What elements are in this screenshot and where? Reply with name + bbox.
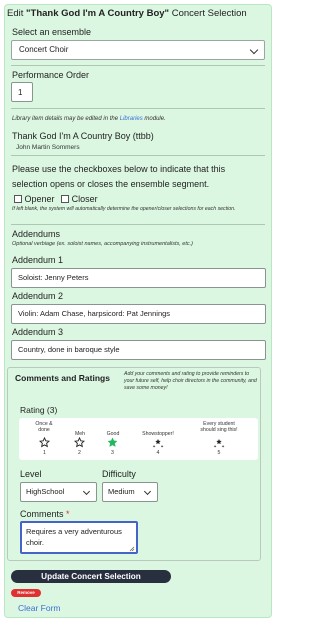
outline-star-icon[interactable] [74, 437, 85, 448]
opener-label: Opener [24, 194, 55, 204]
performance-order-label: Performance Order [12, 70, 90, 80]
closer-checkbox[interactable] [61, 195, 70, 203]
difficulty-select[interactable]: Medium [102, 482, 158, 502]
filled-star-icon[interactable] [107, 437, 118, 448]
rating-label: Rating (3) [20, 405, 58, 415]
sparkle-star-icon[interactable] [213, 437, 225, 449]
ensemble-select-value: Concert Choir [19, 45, 69, 54]
required-mark: * [66, 509, 70, 519]
composer-name: John Martin Sommers [16, 144, 80, 151]
addendum-3-input[interactable]: Country, done in baroque style [11, 340, 266, 360]
rating-option-5[interactable]: Every student should sing this! [193, 421, 245, 433]
form-title: Edit "Thank God I'm A Country Boy" Conce… [7, 8, 247, 19]
divider [11, 155, 265, 156]
difficulty-label: Difficulty [102, 469, 136, 479]
comments-textarea[interactable]: Requires a very adventurous choir. [20, 521, 138, 554]
addendum-3-label: Addendum 3 [12, 327, 64, 337]
addendums-heading: Addendums [12, 229, 61, 239]
rating-widget: Once & done 1 Meh 2 Good 3 Showstopper! … [19, 418, 258, 460]
opener-checkbox[interactable] [14, 195, 22, 203]
divider [11, 224, 265, 225]
divider [11, 65, 265, 66]
chevron-down-icon [82, 487, 91, 496]
outline-star-icon[interactable] [39, 437, 50, 448]
ensemble-label: Select an ensemble [12, 27, 92, 37]
sparkle-star-icon[interactable] [152, 437, 164, 449]
addendum-1-input[interactable]: Soloist: Jenny Peters [11, 268, 266, 288]
closer-label: Closer [71, 194, 98, 204]
update-concert-selection-button[interactable]: Update Concert Selection [11, 570, 171, 583]
divider [11, 108, 265, 109]
addendum-2-label: Addendum 2 [12, 291, 64, 301]
comments-blurb: Add your comments and rating to provide … [124, 371, 257, 391]
segment-note: If left blank, the system will automatic… [12, 206, 236, 212]
title-suffix: Concert Selection [169, 8, 247, 19]
level-select[interactable]: HighSchool [20, 482, 97, 502]
resize-handle-icon[interactable] [129, 546, 135, 552]
segment-instructions: Please use the checkboxes below to indic… [12, 164, 226, 189]
chevron-down-icon [249, 45, 259, 55]
addendum-1-label: Addendum 1 [12, 255, 64, 265]
segment-checkboxes: Opener Closer [14, 194, 98, 204]
title-work: "Thank God I'm A Country Boy" [26, 8, 170, 19]
addendum-2-input[interactable]: Violin: Adam Chase, harpsicord: Pat Jenn… [11, 304, 266, 324]
performance-order-input[interactable]: 1 [11, 82, 33, 102]
work-title: Thank God I'm A Country Boy (ttbb) [12, 131, 154, 141]
level-label: Level [20, 469, 42, 479]
remove-button[interactable]: Remove [11, 589, 41, 597]
addendums-subheading: Optional verbiage (ex. soloist names, ac… [12, 241, 193, 247]
comments-heading: Comments and Ratings [15, 373, 110, 383]
comments-label: Comments * [20, 509, 70, 519]
libraries-link[interactable]: Libraries [120, 116, 143, 122]
clear-form-link[interactable]: Clear Form [18, 603, 61, 613]
library-note: Library item details may be edited in th… [12, 116, 166, 122]
chevron-down-icon [143, 487, 152, 496]
ensemble-select[interactable]: Concert Choir [11, 40, 265, 60]
title-prefix: Edit [7, 8, 27, 19]
